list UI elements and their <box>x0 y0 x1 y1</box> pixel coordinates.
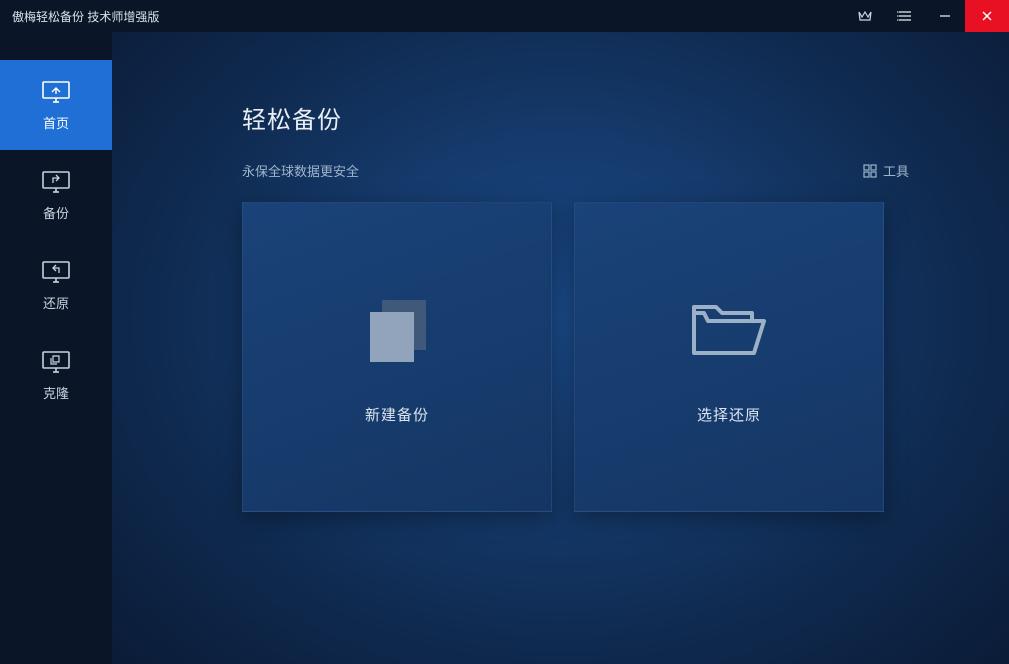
menu-list-icon <box>897 10 913 22</box>
sidebar-item-clone[interactable]: 克隆 <box>0 330 112 420</box>
app-title: 傲梅轻松备份 技术师增强版 <box>12 8 159 25</box>
home-monitor-icon <box>40 79 72 105</box>
stacked-docs-icon <box>354 290 440 370</box>
restore-monitor-icon <box>40 259 72 285</box>
sidebar-item-label: 克隆 <box>43 383 69 402</box>
close-icon <box>980 9 994 23</box>
backup-monitor-icon <box>40 169 72 195</box>
card-label: 新建备份 <box>365 404 429 425</box>
content-area: 轻松备份 永保全球数据更安全 工具 <box>112 32 1009 664</box>
sidebar-item-label: 备份 <box>43 203 69 222</box>
tools-grid-icon <box>863 164 877 178</box>
menu-button[interactable] <box>885 0 925 32</box>
page-subtitle: 永保全球数据更安全 <box>242 161 359 180</box>
sidebar-item-restore[interactable]: 还原 <box>0 240 112 330</box>
minimize-icon <box>938 9 952 23</box>
sidebar-item-home[interactable]: 首页 <box>0 60 112 150</box>
minimize-button[interactable] <box>925 0 965 32</box>
page-title: 轻松备份 <box>242 100 919 135</box>
close-button[interactable] <box>965 0 1009 32</box>
tools-label: 工具 <box>883 161 909 180</box>
clone-monitor-icon <box>40 349 72 375</box>
folder-open-icon <box>686 290 772 370</box>
crown-icon <box>857 9 873 23</box>
sidebar-item-label: 还原 <box>43 293 69 312</box>
sidebar: 首页 备份 还原 <box>0 32 112 664</box>
crown-button[interactable] <box>845 0 885 32</box>
tools-link[interactable]: 工具 <box>863 161 909 180</box>
card-label: 选择还原 <box>697 404 761 425</box>
card-choose-restore[interactable]: 选择还原 <box>574 202 884 512</box>
sidebar-item-backup[interactable]: 备份 <box>0 150 112 240</box>
sidebar-item-label: 首页 <box>43 113 69 132</box>
titlebar: 傲梅轻松备份 技术师增强版 <box>0 0 1009 32</box>
card-new-backup[interactable]: 新建备份 <box>242 202 552 512</box>
